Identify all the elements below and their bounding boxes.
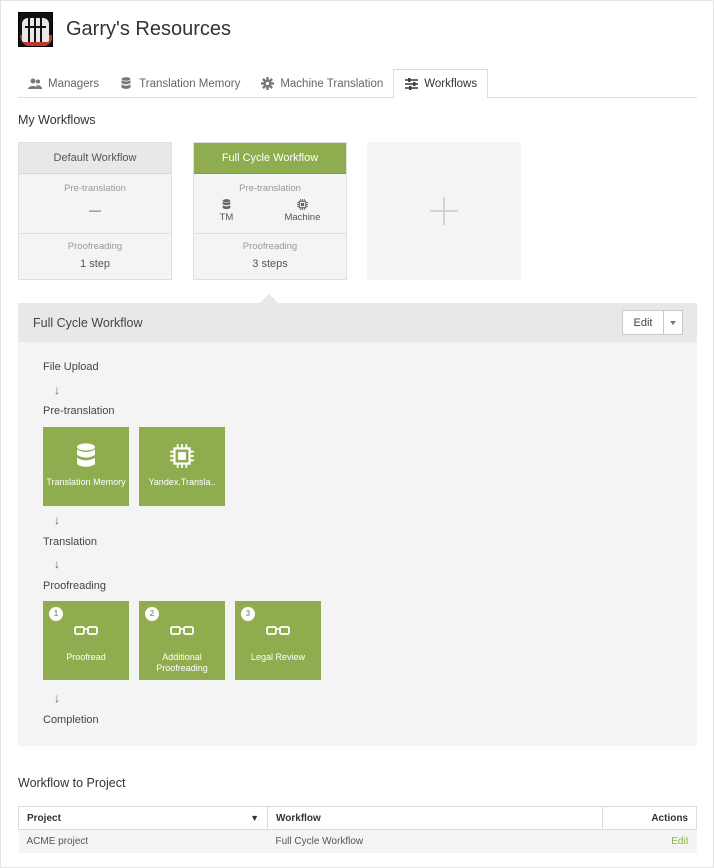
tile-additional-proofreading[interactable]: 2 Additional Proofreading [139, 601, 225, 680]
edit-button-group: Edit [622, 310, 683, 335]
tab-bar: Managers Translation Memory Machine Tran… [18, 69, 697, 99]
workflow-card-proofreading: Proofreading 3 steps [194, 234, 346, 270]
arrow-down-icon: ↓ [54, 513, 60, 527]
workflow-card-full-cycle[interactable]: Full Cycle Workflow Pre-translation TM M… [193, 142, 347, 280]
arrow-down-icon: ↓ [54, 557, 60, 571]
workflow-card-pretranslation: Pre-translation TM Machine [194, 174, 346, 234]
stage-file-upload: File Upload [43, 361, 99, 373]
proofreading-label: Proofreading [67, 241, 123, 252]
chevron-down-icon [670, 320, 676, 325]
stage-proofreading: Proofreading [43, 580, 106, 592]
workflow-card-pretranslation: Pre-translation — [19, 174, 171, 234]
chip-icon [296, 199, 308, 210]
tile-label: Legal Review [250, 652, 306, 662]
pretranslation-item-tm: TM [219, 199, 234, 223]
pretranslation-label: Pre-translation [239, 183, 301, 194]
step-number-badge: 2 [145, 607, 159, 621]
database-icon [43, 443, 129, 469]
database-icon [119, 77, 133, 91]
workflow-project-table: Project ▼ Workflow Actions ACME project … [18, 806, 697, 853]
pretranslation-item-machine: Machine [284, 199, 320, 223]
page: Garry's Resources Managers Translation M… [0, 0, 714, 868]
workflow-detail-header: Full Cycle Workflow Edit [18, 303, 697, 342]
steps-count: 3 steps [252, 258, 288, 270]
tile-proofread[interactable]: 1 Proofread [43, 601, 129, 680]
my-workflows-heading: My Workflows [18, 113, 96, 127]
item-label: Machine [284, 212, 321, 223]
tab-label: Workflows [424, 78, 478, 90]
column-header-project[interactable]: Project ▼ [18, 806, 268, 830]
table-row: ACME project Full Cycle Workflow Edit [18, 829, 697, 853]
workflow-detail-title: Full Cycle Workflow [33, 315, 143, 330]
tile-legal-review[interactable]: 3 Legal Review [235, 601, 321, 680]
tab-machine-translation[interactable]: Machine Translation [250, 69, 393, 98]
tab-label: Translation Memory [139, 77, 241, 90]
stage-translation: Translation [43, 536, 98, 548]
cell-actions: Edit [602, 829, 697, 853]
steps-count: 1 step [80, 258, 110, 270]
glasses-icon [43, 625, 129, 636]
step-number-badge: 3 [241, 607, 255, 621]
workflow-card-default[interactable]: Default Workflow Pre-translation — Proof… [18, 142, 172, 280]
proofreading-label: Proofreading [242, 241, 298, 252]
edit-link[interactable]: Edit [671, 836, 688, 847]
pretranslation-label: Pre-translation [64, 183, 126, 194]
plus-icon [430, 197, 458, 225]
cell-workflow: Full Cycle Workflow [267, 829, 603, 853]
selection-pointer [260, 294, 278, 303]
glasses-icon [139, 625, 225, 636]
stage-completion: Completion [43, 714, 99, 726]
logo-icon [18, 12, 53, 47]
sort-down-icon[interactable]: ▼ [250, 813, 259, 823]
step-number-badge: 1 [49, 607, 63, 621]
table-header-row: Project ▼ Workflow Actions [18, 806, 697, 830]
edit-button[interactable]: Edit [623, 311, 664, 334]
arrow-down-icon: ↓ [54, 383, 60, 397]
tab-workflows[interactable]: Workflows [393, 69, 489, 99]
tile-label: Additional Proofreading [156, 652, 208, 673]
workflow-card-title: Full Cycle Workflow [194, 143, 346, 174]
tab-label: Machine Translation [280, 77, 384, 90]
tab-managers[interactable]: Managers [18, 69, 109, 98]
column-header-workflow: Workflow [267, 806, 603, 830]
workflow-to-project-heading: Workflow to Project [18, 776, 126, 790]
tile-label: Proofread [66, 652, 106, 662]
arrow-down-icon: ↓ [54, 691, 60, 705]
workflow-detail-panel: Full Cycle Workflow Edit File Upload ↓ P… [18, 303, 697, 746]
edit-dropdown-toggle[interactable] [664, 311, 682, 334]
page-title: Garry's Resources [66, 18, 231, 40]
database-icon [222, 199, 231, 210]
column-label: Project [27, 812, 61, 824]
tab-translation-memory[interactable]: Translation Memory [109, 69, 250, 98]
add-workflow-button[interactable] [367, 142, 521, 280]
workflow-card-proofreading: Proofreading 1 step [19, 234, 171, 270]
gear-icon [260, 77, 274, 91]
stage-pretranslation: Pre-translation [43, 405, 115, 417]
pretranslation-value: — [89, 203, 101, 217]
tile-label: Translation Memory [46, 477, 126, 487]
column-header-actions: Actions [602, 806, 697, 830]
tab-label: Managers [48, 77, 100, 90]
cell-project: ACME project [18, 829, 268, 853]
tile-translation-memory[interactable]: Translation Memory [43, 427, 129, 506]
workflows-icon [404, 77, 418, 91]
users-icon [28, 77, 42, 91]
chip-icon [139, 443, 225, 469]
workflow-card-title: Default Workflow [19, 143, 171, 174]
tile-yandex-translate[interactable]: Yandex.Transla.. [139, 427, 225, 506]
tile-label: Yandex.Transla.. [148, 477, 216, 487]
item-label: TM [219, 212, 234, 223]
glasses-icon [235, 625, 321, 636]
header: Garry's Resources [18, 12, 231, 47]
